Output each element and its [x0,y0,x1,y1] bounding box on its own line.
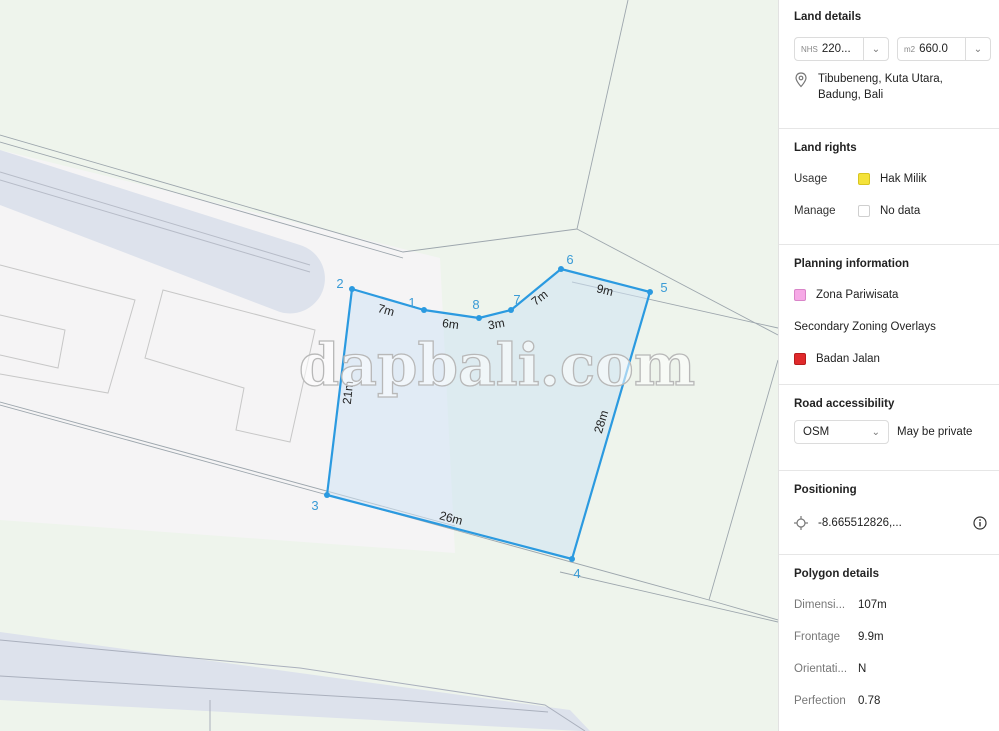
vertex-1[interactable] [421,307,427,313]
info-icon[interactable] [973,516,987,530]
vertex-8[interactable] [476,315,482,321]
section-title: Land rights [794,142,857,154]
area-value: 660.0 [919,43,948,55]
area-unit: m2 [904,44,916,54]
vertex-5[interactable] [647,289,653,295]
crosshair-icon [794,516,808,530]
land-details-section: Land details NHS 220... ⌄ m2 660.0 ⌄ Tib… [779,0,999,129]
section-title: Polygon details [794,568,879,580]
polygon-row: Frontage 9.9m [794,621,999,653]
chevron-down-icon[interactable]: ⌄ [863,38,888,60]
section-title: Positioning [794,484,857,496]
coords-row: -8.665512826,... [794,507,999,539]
manage-row: Manage No data [794,195,999,227]
road-source: OSM [803,426,830,438]
polygon-row-value: 107m [858,599,887,611]
area-select[interactable]: m2 660.0 ⌄ [897,37,991,61]
vertex-label-4: 4 [573,566,580,581]
vertex-label-8: 8 [472,297,479,312]
polygon-row: Orientati... N [794,653,999,685]
usage-value: Hak Milik [880,173,927,185]
vertex-4[interactable] [569,556,575,562]
overlay-name: Badan Jalan [816,353,880,365]
map-svg[interactable]: 1 2 3 4 5 6 7 8 7m 6m 3m 7m 9m 28m 26m 2… [0,0,778,731]
usage-label: Usage [794,173,828,185]
polygon-row-value: N [858,663,867,675]
vertex-label-2: 2 [336,276,343,291]
land-rights-section: Land rights Usage Hak Milik Manage No da… [779,129,999,245]
location-line-2: Badung, Bali [818,89,884,101]
watermark: dapbali.com [299,331,695,399]
planning-section: Planning information Zona Pariwisata Sec… [779,245,999,385]
vertex-3[interactable] [324,492,330,498]
polygon-row-value: 0.78 [858,695,881,707]
manage-label: Manage [794,205,836,217]
side-length-label: 6m [441,316,459,332]
vertex-label-5: 5 [660,280,667,295]
zone-name: Zona Pariwisata [816,289,899,301]
section-title: Planning information [794,258,909,270]
road-row: OSM ⌄ May be private [794,420,999,444]
map-canvas[interactable]: 1 2 3 4 5 6 7 8 7m 6m 3m 7m 9m 28m 26m 2… [0,0,778,731]
overlay-color-swatch [794,353,806,365]
nhs-select[interactable]: NHS 220... ⌄ [794,37,889,61]
zone-row: Zona Pariwisata [794,279,999,311]
usage-color-swatch [858,173,870,185]
chevron-down-icon[interactable]: ⌄ [872,427,888,438]
location-line-1: Tibubeneng, Kuta Utara, [818,73,943,85]
polygon-section: Polygon details Dimensi... 107m Frontage… [779,555,999,729]
polygon-row: Dimensi... 107m [794,589,999,621]
positioning-section: Positioning -8.665512826,... [779,471,999,555]
zone-color-swatch [794,289,806,301]
section-title: Land details [794,11,862,23]
nhs-value: 220... [821,43,851,55]
polygon-row-label: Orientati... [794,663,848,675]
overlays-title: Secondary Zoning Overlays [794,321,936,333]
vertex-7[interactable] [508,307,514,313]
coords-value: -8.665512826,... [818,517,902,529]
road-status: May be private [897,426,973,438]
vertex-6[interactable] [558,266,564,272]
overlay-row: Badan Jalan [794,343,999,375]
manage-color-swatch [858,205,870,217]
vertex-label-3: 3 [311,498,318,513]
vertex-label-1: 1 [408,295,415,310]
chevron-down-icon[interactable]: ⌄ [965,38,990,60]
polygon-row: Perfection 0.78 [794,685,999,717]
nhs-unit: NHS [801,44,818,54]
side-length-label: 3m [487,316,506,333]
section-title: Road accessibility [794,398,895,410]
measure-selectors: NHS 220... ⌄ m2 660.0 ⌄ [794,37,999,61]
road-section: Road accessibility OSM ⌄ May be private [779,385,999,471]
manage-value: No data [880,205,921,217]
polygon-row-value: 9.9m [858,631,884,643]
details-panel: Land details NHS 220... ⌄ m2 660.0 ⌄ Tib… [778,0,999,731]
vertex-label-6: 6 [566,252,573,267]
polygon-row-label: Perfection [794,695,846,707]
location-pin-icon [795,72,807,88]
vertex-label-7: 7 [513,292,520,307]
location: Tibubeneng, Kuta Utara, Badung, Bali [794,71,999,103]
usage-row: Usage Hak Milik [794,163,999,195]
polygon-row-label: Frontage [794,631,841,643]
polygon-row-label: Dimensi... [794,599,846,611]
vertex-2[interactable] [349,286,355,292]
road-source-select[interactable]: OSM ⌄ [794,420,889,444]
